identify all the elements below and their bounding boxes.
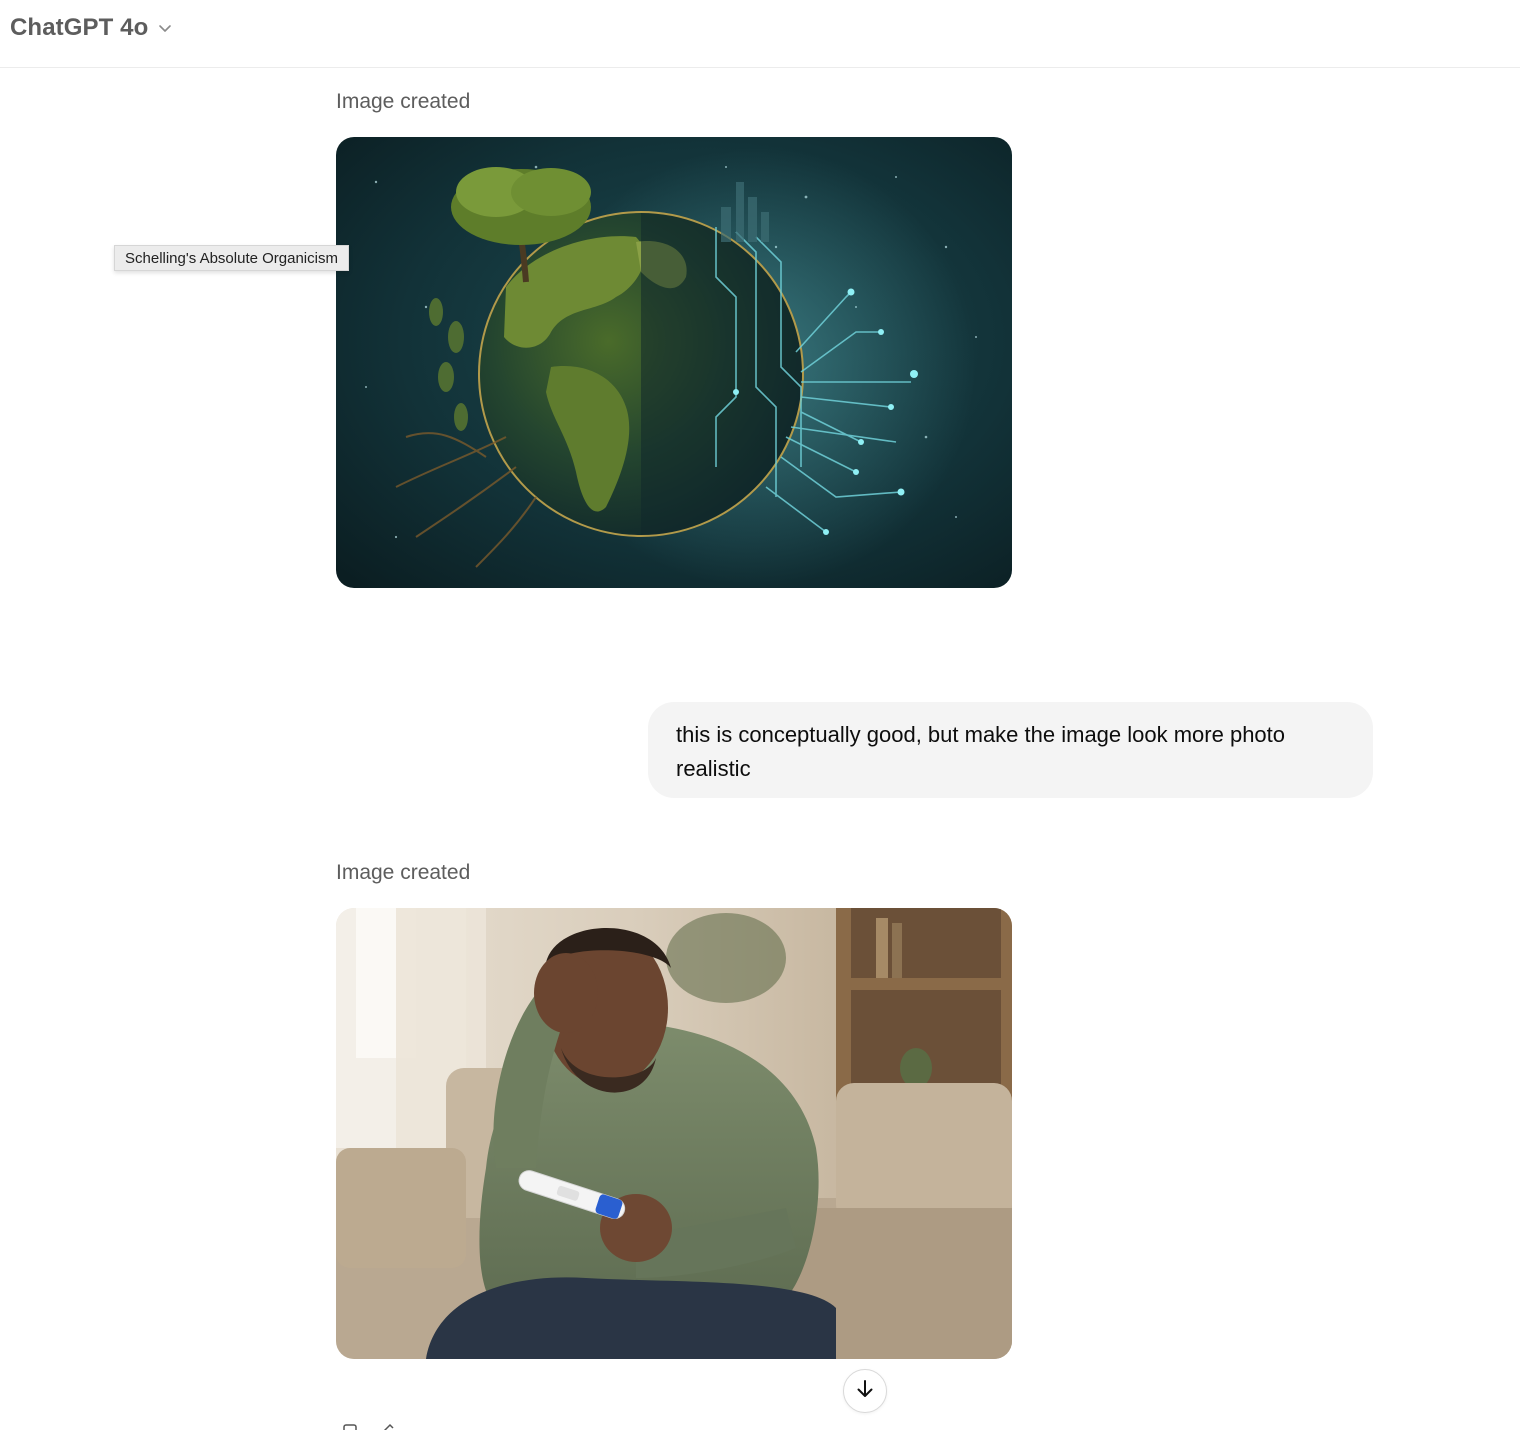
- image-created-label-2: Image created: [336, 861, 471, 884]
- chevron-down-icon: [156, 19, 174, 37]
- model-switcher[interactable]: ChatGPT 4o: [10, 12, 174, 44]
- generated-image-earth[interactable]: [336, 137, 1012, 588]
- image-created-label: Image created: [336, 90, 471, 113]
- edit-icon[interactable]: [380, 1420, 396, 1430]
- message-actions: [342, 1420, 396, 1430]
- model-name: ChatGPT 4o: [10, 14, 149, 41]
- arrow-down-icon: [854, 1378, 876, 1405]
- chat-header: ChatGPT 4o: [0, 0, 1520, 68]
- user-message-bubble: this is conceptually good, but make the …: [648, 702, 1373, 798]
- scroll-to-bottom-button[interactable]: [843, 1369, 887, 1413]
- tooltip: Schelling's Absolute Organicism: [114, 245, 349, 271]
- generated-image-photo[interactable]: [336, 908, 1012, 1359]
- copy-icon[interactable]: [342, 1420, 358, 1430]
